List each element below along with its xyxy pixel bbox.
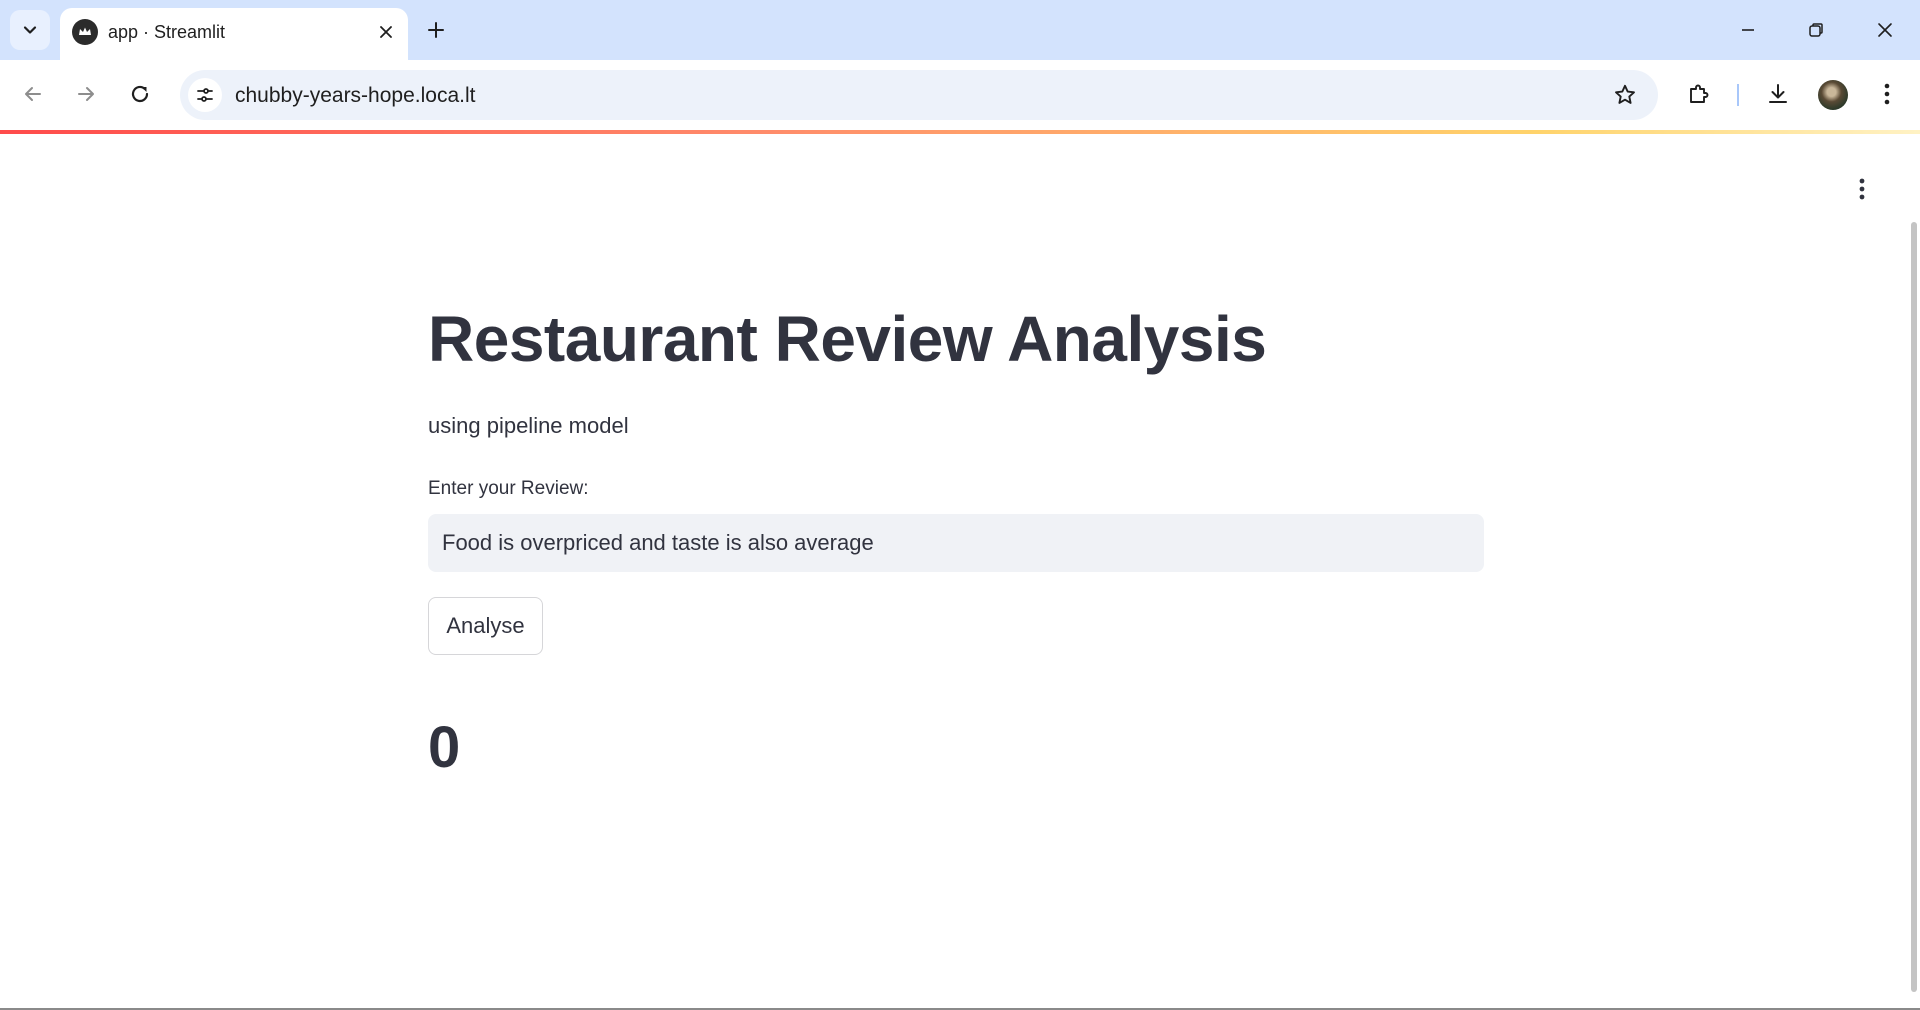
- reload-icon: [131, 85, 149, 103]
- address-bar[interactable]: chubby-years-hope.loca.lt: [180, 70, 1658, 120]
- puzzle-icon: [1690, 84, 1709, 103]
- site-info-button[interactable]: [188, 78, 222, 112]
- analysis-result: 0: [428, 715, 461, 780]
- new-tab-button[interactable]: [418, 12, 454, 48]
- profile-avatar[interactable]: [1818, 80, 1848, 110]
- reload-button[interactable]: [118, 72, 162, 116]
- close-window-button[interactable]: [1857, 6, 1913, 54]
- restore-icon: [1809, 23, 1823, 37]
- kebab-vertical-icon: [1884, 83, 1890, 105]
- app-main-menu-button[interactable]: [1842, 169, 1882, 209]
- minimize-button[interactable]: [1720, 6, 1776, 54]
- streamlit-crown-icon: [72, 19, 98, 45]
- url-text[interactable]: chubby-years-hope.loca.lt: [235, 84, 475, 108]
- back-button[interactable]: [11, 72, 55, 116]
- star-icon: [1615, 84, 1635, 104]
- browser-tabstrip: app · Streamlit: [0, 0, 1920, 60]
- tab-title: app · Streamlit: [108, 22, 226, 42]
- arrow-left-icon: [25, 87, 41, 101]
- review-input-label: Enter your Review:: [428, 478, 589, 499]
- restore-button[interactable]: [1788, 6, 1844, 54]
- forward-button[interactable]: [64, 72, 108, 116]
- browser-toolbar: chubby-years-hope.loca.lt: [0, 60, 1920, 130]
- minimize-icon: [1742, 29, 1754, 31]
- streamlit-app: Restaurant Review Analysis using pipelin…: [0, 134, 1920, 1010]
- arrow-right-icon: [78, 87, 94, 101]
- bookmark-button[interactable]: [1606, 76, 1644, 114]
- scrollbar-thumb[interactable]: [1911, 222, 1917, 992]
- page-scrollbar[interactable]: [1908, 222, 1920, 992]
- download-icon: [1769, 84, 1787, 103]
- browser-menu-button[interactable]: [1865, 72, 1909, 116]
- close-icon: [1878, 23, 1892, 37]
- close-icon: [380, 26, 392, 38]
- downloads-button[interactable]: [1756, 72, 1800, 116]
- chevron-down-icon: [23, 26, 37, 34]
- review-input[interactable]: [428, 514, 1484, 572]
- page-title: Restaurant Review Analysis: [428, 303, 1267, 375]
- kebab-vertical-icon: [1859, 178, 1865, 200]
- tab-close-button[interactable]: [372, 18, 400, 46]
- analyse-button[interactable]: Analyse: [428, 597, 543, 655]
- page-subtitle: using pipeline model: [428, 413, 629, 438]
- tune-icon: [197, 88, 213, 102]
- plus-icon: [428, 22, 444, 38]
- toolbar-separator: [1737, 84, 1739, 106]
- browser-tab-active[interactable]: app · Streamlit: [60, 8, 408, 60]
- tab-search-button[interactable]: [10, 10, 50, 50]
- extensions-button[interactable]: [1677, 72, 1721, 116]
